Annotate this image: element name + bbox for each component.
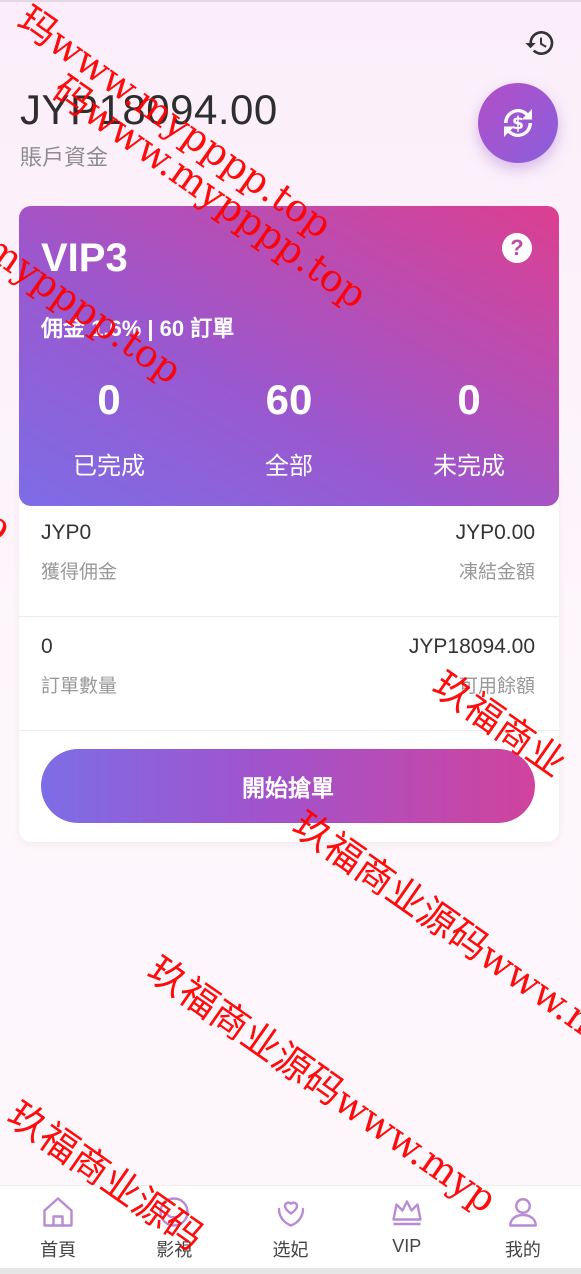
watermark-text: p — [0, 500, 20, 550]
bottom-edge — [0, 1268, 581, 1274]
account-balance: JYP18094.00 — [20, 86, 278, 133]
tab-vip-label: VIP — [392, 1236, 422, 1256]
earned-commission-value: JYP0 — [41, 521, 92, 544]
tab-mine-label: 我的 — [504, 1240, 541, 1260]
bottom-tab-bar: 首頁 影視 选妃 VIP 我的 — [0, 1185, 581, 1274]
stat-total-value: 60 — [265, 376, 313, 423]
vip-commission-info: 佣金 1.6% | 60 訂單 — [41, 316, 235, 341]
info-row-orders: 0 訂單數量 JYP18094.00 可用餘額 — [19, 617, 559, 731]
tab-videos[interactable]: 影視 — [116, 1186, 232, 1274]
tab-select-label: 选妃 — [272, 1240, 309, 1260]
exchange-button[interactable]: $ — [478, 83, 558, 163]
vip-level: VIP3 — [41, 236, 128, 280]
user-icon — [503, 1192, 543, 1232]
stat-total-label: 全部 — [265, 453, 313, 480]
vip-icon — [387, 1192, 427, 1232]
start-grab-orders-button[interactable]: 開始搶單 — [41, 749, 535, 823]
history-icon — [525, 31, 554, 55]
available-balance-value: JYP18094.00 — [408, 635, 535, 658]
tab-vip[interactable]: VIP — [349, 1186, 465, 1274]
order-count-label: 訂單數量 — [41, 676, 118, 697]
stat-completed-value: 0 — [97, 376, 121, 423]
tab-home[interactable]: 首頁 — [0, 1186, 116, 1274]
tab-select[interactable]: 选妃 — [232, 1186, 348, 1274]
available-balance-label: 可用餘額 — [458, 676, 535, 697]
info-row-commission: JYP0 獲得佣金 JYP0.00 凍結金額 — [19, 503, 559, 617]
stat-total: 60 全部 — [199, 376, 379, 481]
stat-pending-label: 未完成 — [433, 453, 505, 480]
tab-videos-label: 影視 — [156, 1240, 193, 1260]
smile-icon — [154, 1192, 194, 1232]
stat-pending-value: 0 — [457, 376, 481, 423]
stat-completed-label: 已完成 — [73, 453, 145, 480]
stat-completed: 0 已完成 — [19, 376, 199, 481]
top-divider — [0, 0, 581, 2]
vip-card: VIP3 ? 佣金 1.6% | 60 訂單 0 已完成 60 全部 0 未完成 — [19, 206, 559, 506]
frozen-amount-value: JYP0.00 — [455, 521, 535, 544]
heart-hands-icon — [271, 1192, 311, 1232]
frozen-amount-label: 凍結金額 — [458, 562, 535, 583]
tab-home-label: 首頁 — [40, 1240, 77, 1260]
watermark-text: 玖福商业源码www.myp — [139, 947, 505, 1222]
history-button[interactable] — [522, 25, 558, 61]
home-icon — [38, 1192, 78, 1232]
order-count-value: 0 — [41, 635, 53, 658]
stat-pending: 0 未完成 — [379, 376, 559, 481]
tab-mine[interactable]: 我的 — [465, 1186, 581, 1274]
svg-text:$: $ — [512, 114, 524, 134]
help-icon[interactable]: ? — [502, 233, 532, 263]
account-info-card: JYP0 獲得佣金 JYP0.00 凍結金額 0 訂單數量 JYP18094.0… — [19, 470, 559, 842]
exchange-icon: $ — [504, 109, 532, 137]
earned-commission-label: 獲得佣金 — [41, 562, 118, 583]
account-balance-label: 賬戶資金 — [20, 145, 109, 170]
